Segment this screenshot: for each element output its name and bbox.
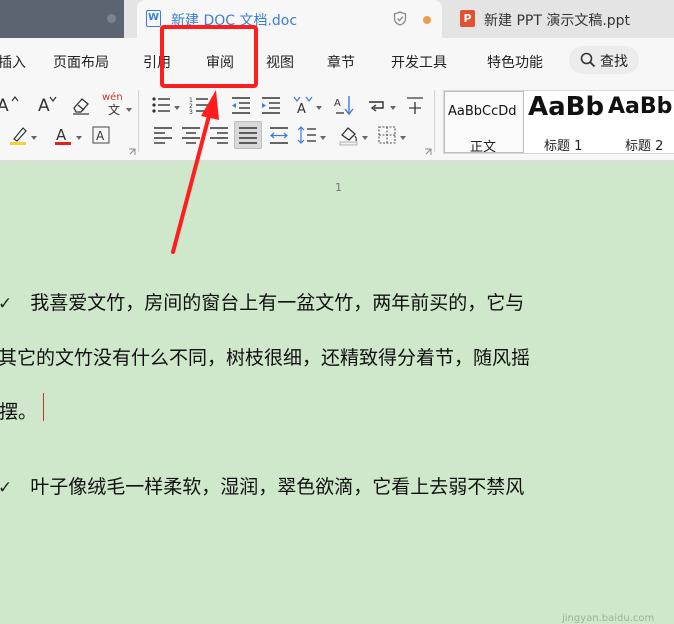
shading-dropdown-icon[interactable] [362, 136, 368, 140]
sort-icon[interactable]: A [334, 94, 356, 116]
search-label: 查找 [600, 54, 628, 70]
bullet-list-dropdown-icon[interactable] [174, 106, 180, 110]
tab-bar: W 新建 DOC 文档.doc P 新建 PPT 演示文稿.ppt [0, 0, 674, 38]
style-gallery: AaBbCcDd 正文 AaBb 标题 1 AaBb 标题 2 [443, 90, 674, 155]
phonetic-icon: 文 [108, 102, 120, 116]
highlight-dropdown-icon[interactable] [31, 136, 37, 140]
svg-text:A: A [297, 102, 306, 116]
menu-insert[interactable]: 插入 [0, 52, 26, 72]
line-spacing-dropdown-icon[interactable] [320, 136, 326, 140]
borders-dropdown-icon[interactable] [400, 136, 406, 140]
svg-text:A: A [96, 129, 105, 143]
style-normal-label: 正文 [470, 140, 497, 155]
align-right-icon[interactable] [208, 124, 230, 146]
search-button[interactable]: 查找 [569, 46, 639, 74]
style-normal[interactable]: AaBbCcDd 正文 [444, 91, 524, 155]
clear-format-icon[interactable] [70, 94, 92, 116]
watermark-text: jingyan.baidu.com [562, 613, 655, 624]
ribbon-menu-bar: 插入 页面布局 引用 审阅 视图 章节 开发工具 特色功能 查找 [0, 38, 674, 84]
tab-ppt-document[interactable]: P 新建 PPT 演示文稿.ppt [448, 0, 674, 38]
line-text: 叶子像绒毛一样柔软，湿润，翠色欲滴，它看上去弱不禁风 [30, 476, 525, 498]
paragraph-2-line-1: ✓ 叶子像绒毛一样柔软，湿润，翠色欲滴，它看上去弱不禁风 [0, 472, 524, 499]
shield-icon[interactable] [393, 11, 407, 26]
style-heading-2-sample: AaBb [608, 94, 673, 119]
menu-developer-tools[interactable]: 开发工具 [391, 52, 447, 72]
text-cursor [43, 393, 44, 421]
paragraph-1-line-3: 摆。 [0, 401, 38, 423]
tab-stops-icon[interactable] [404, 94, 426, 116]
highlight-pen-icon[interactable] [8, 124, 30, 146]
paragraph-mark-icon[interactable] [366, 94, 388, 116]
menu-section[interactable]: 章节 [327, 52, 355, 72]
paragraph-mark-dropdown-icon[interactable] [390, 106, 396, 110]
font-dialog-launcher-icon[interactable] [128, 148, 136, 156]
svg-text:A: A [56, 126, 67, 144]
ppt-tab-title: 新建 PPT 演示文稿.ppt [484, 13, 631, 29]
writer-file-icon: W [146, 10, 161, 27]
menu-special-features[interactable]: 特色功能 [487, 52, 543, 72]
shrink-font-icon[interactable]: A [36, 94, 58, 116]
ribbon-toolbar: A A wén 文 A A 123 A A AaBbCcDd 正文 AaBb 标… [0, 84, 674, 161]
svg-text:文: 文 [108, 102, 120, 116]
borders-icon[interactable] [376, 124, 398, 146]
align-center-icon[interactable] [180, 124, 202, 146]
tab-status-dot [107, 14, 116, 23]
align-left-icon[interactable] [152, 124, 174, 146]
bullet-list-icon[interactable] [150, 94, 172, 116]
paragraph-1-line-2: 其它的文竹没有什么不同，树枝很细，还精致得分着节，随风摇 [0, 347, 531, 369]
distributed-align-icon[interactable] [268, 124, 290, 146]
character-scaling-dropdown-icon[interactable] [316, 106, 322, 110]
menu-page-layout[interactable]: 页面布局 [53, 52, 109, 72]
bullet-check-icon: ✓ [0, 478, 13, 498]
bullet-check-icon: ✓ [0, 294, 13, 314]
svg-text:A: A [38, 96, 50, 116]
increase-indent-icon[interactable] [260, 94, 282, 116]
toolbar-separator [434, 90, 435, 152]
style-normal-sample: AaBbCcDd [448, 104, 517, 119]
previous-tab[interactable] [0, 0, 124, 38]
font-color-icon[interactable]: A [52, 124, 74, 146]
style-heading-2-label: 标题 2 [625, 139, 664, 154]
style-heading-2[interactable]: AaBb 标题 2 [608, 91, 674, 154]
shading-icon[interactable] [338, 124, 360, 146]
paragraph-1-line-1: ✓ 我喜爱文竹，房间的窗台上有一盆文竹，两年前买的，它与 [0, 288, 524, 315]
review-menu-highlight-box [160, 25, 258, 88]
svg-text:A: A [334, 98, 341, 109]
numbered-list-icon[interactable]: 123 [188, 94, 210, 116]
justify-icon [239, 127, 257, 144]
grow-font-icon[interactable]: A [0, 94, 22, 116]
line-spacing-icon[interactable] [296, 124, 318, 146]
style-heading-1-sample: AaBb [528, 92, 605, 122]
phonetic-dropdown-icon[interactable] [126, 108, 132, 112]
decrease-indent-icon[interactable] [230, 94, 252, 116]
toolbar-separator [138, 90, 139, 152]
search-icon [580, 52, 596, 68]
font-color-dropdown-icon[interactable] [76, 136, 82, 140]
phonetic-guide-button[interactable]: wén 文 [102, 92, 132, 116]
line-text: 我喜爱文竹，房间的窗台上有一盆文竹，两年前买的，它与 [30, 292, 525, 314]
page-number: 1 [335, 181, 342, 194]
unsaved-dot-icon [423, 16, 431, 24]
style-heading-1-label: 标题 1 [544, 139, 583, 154]
svg-text:A: A [0, 96, 9, 116]
character-scaling-icon[interactable]: A [292, 94, 314, 116]
presentation-file-icon: P [460, 10, 475, 27]
svg-text:3: 3 [189, 109, 193, 116]
character-border-icon[interactable]: A [90, 124, 112, 146]
style-heading-1[interactable]: AaBb 标题 1 [526, 91, 606, 154]
justify-button[interactable] [234, 121, 262, 149]
paragraph-dialog-launcher-icon[interactable] [424, 148, 432, 156]
document-area[interactable]: 1 ✓ 我喜爱文竹，房间的窗台上有一盆文竹，两年前买的，它与 其它的文竹没有什么… [0, 161, 674, 624]
menu-view[interactable]: 视图 [266, 52, 294, 72]
